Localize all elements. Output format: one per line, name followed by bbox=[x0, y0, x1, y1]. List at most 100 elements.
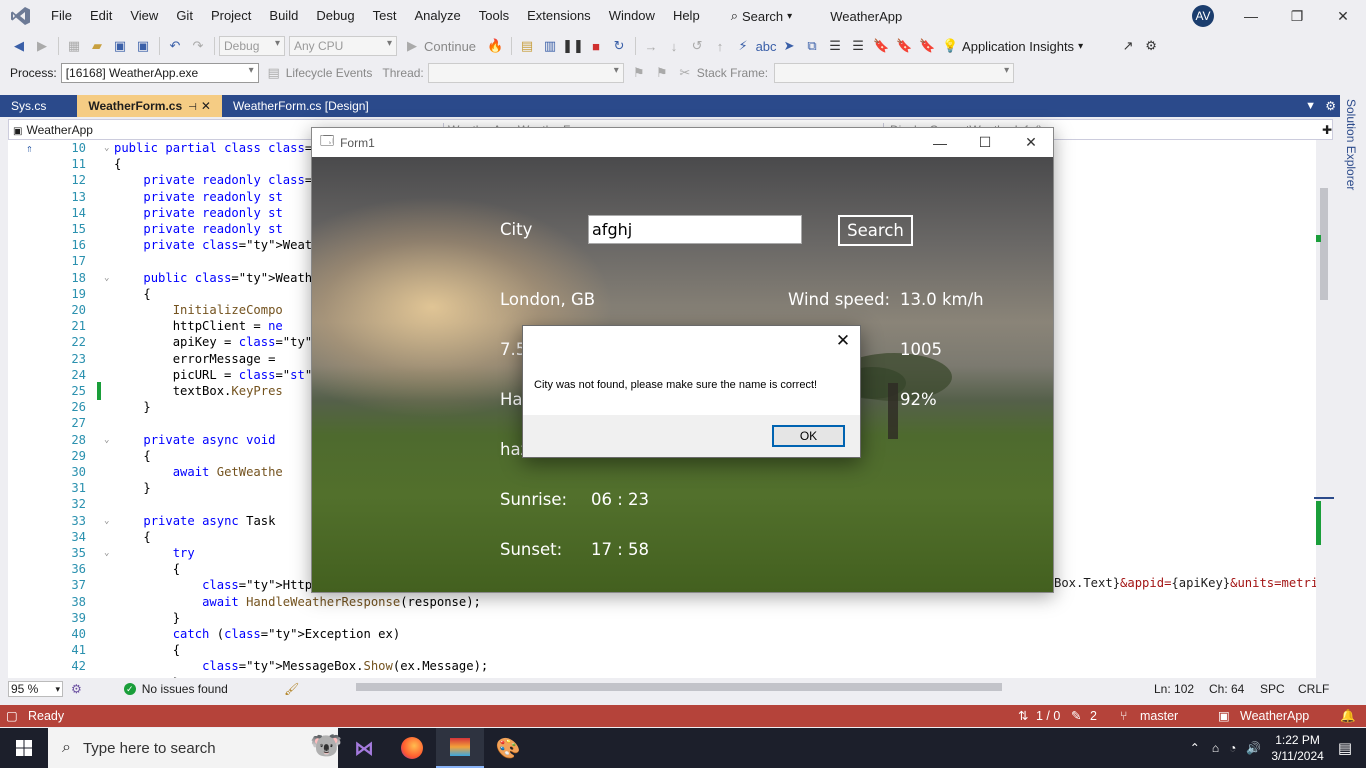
fold-toggle-icon[interactable]: ⌄ bbox=[104, 140, 109, 156]
bookmark-prev-icon[interactable]: 🔖 bbox=[893, 35, 915, 57]
flag-all-icon[interactable]: ⚑ bbox=[651, 62, 673, 84]
solution-explorer-tab[interactable]: Solution Explorer bbox=[1340, 95, 1366, 695]
indent-icon[interactable]: ☰ bbox=[824, 35, 846, 57]
notifications-icon[interactable]: ▤ bbox=[1338, 739, 1352, 757]
horizontal-scrollbar-thumb[interactable] bbox=[356, 683, 1002, 691]
solution-configuration-select[interactable]: Debug bbox=[219, 36, 285, 56]
restore-icon[interactable]: ❐ bbox=[1274, 0, 1320, 32]
code-line[interactable]: 41 { bbox=[8, 642, 1316, 658]
lifecycle-icon[interactable]: ▤ bbox=[263, 62, 285, 84]
play-icon[interactable]: ▶ bbox=[401, 35, 423, 57]
form1-titlebar[interactable]: 🗔 Form1 — ☐ ✕ bbox=[312, 128, 1053, 157]
search-button[interactable]: Search bbox=[838, 215, 913, 246]
outdent-icon[interactable]: ☰ bbox=[847, 35, 869, 57]
notification-bell-icon[interactable]: 🔔 bbox=[1340, 705, 1356, 727]
chevron-down-icon[interactable]: ▼ bbox=[1305, 95, 1316, 117]
pause-icon[interactable]: ❚❚ bbox=[562, 35, 584, 57]
tab-sys-cs[interactable]: Sys.cs bbox=[0, 95, 57, 117]
share-icon[interactable]: ↗ bbox=[1117, 35, 1139, 57]
menu-view[interactable]: View bbox=[121, 0, 167, 32]
menu-build[interactable]: Build bbox=[260, 0, 307, 32]
flag-icon[interactable]: ⚑ bbox=[628, 62, 650, 84]
maximize-icon[interactable]: ☐ bbox=[962, 128, 1008, 157]
volume-icon[interactable]: 🔊 bbox=[1246, 741, 1261, 755]
menu-extensions[interactable]: Extensions bbox=[518, 0, 600, 32]
restart-icon[interactable]: ↻ bbox=[608, 35, 630, 57]
spellcheck-icon[interactable]: abc bbox=[755, 35, 777, 57]
taskbar-search-input[interactable]: ⌕ Type here to search 🐨 bbox=[48, 728, 342, 768]
toolbox-icon[interactable]: ▤ bbox=[516, 35, 538, 57]
menu-tools[interactable]: Tools bbox=[470, 0, 518, 32]
menu-edit[interactable]: Edit bbox=[81, 0, 121, 32]
layout-icon[interactable]: ▥ bbox=[539, 35, 561, 57]
brush-icon[interactable]: 🖌 bbox=[284, 682, 299, 696]
wifi-icon[interactable]: ◔ bbox=[1229, 741, 1236, 755]
fold-toggle-icon[interactable]: ⌄ bbox=[104, 513, 109, 529]
bookmark-next-icon[interactable]: 🔖 bbox=[916, 35, 938, 57]
menu-window[interactable]: Window bbox=[600, 0, 664, 32]
pin-icon[interactable]: ⊣ bbox=[188, 102, 197, 113]
split-add-icon[interactable]: ✚ bbox=[1322, 123, 1332, 137]
step-into-icon[interactable]: ↓ bbox=[663, 35, 685, 57]
fold-toggle-icon[interactable]: ⌄ bbox=[104, 545, 109, 561]
code-line[interactable]: 42 class="ty">MessageBox.Show(ex.Message… bbox=[8, 658, 1316, 674]
repository-name[interactable]: WeatherApp bbox=[1240, 705, 1309, 727]
windows-start-icon[interactable] bbox=[0, 728, 48, 768]
menu-analyze[interactable]: Analyze bbox=[405, 0, 469, 32]
minimize-icon[interactable]: — bbox=[1228, 0, 1274, 32]
paint-taskbar-icon[interactable]: 🎨 bbox=[484, 728, 532, 768]
menu-test[interactable]: Test bbox=[364, 0, 406, 32]
vertical-scrollbar-thumb[interactable] bbox=[1320, 188, 1328, 300]
whitespace-mode[interactable]: SPC bbox=[1260, 680, 1285, 698]
lifecycle-events-button[interactable]: Lifecycle Events bbox=[286, 66, 373, 80]
close-icon[interactable]: ✕ bbox=[201, 99, 211, 113]
code-line[interactable]: 38 await HandleWeatherResponse(response)… bbox=[8, 594, 1316, 610]
city-input[interactable] bbox=[588, 215, 802, 244]
select-icon[interactable]: ➤ bbox=[778, 35, 800, 57]
health-icon[interactable]: ⚙ bbox=[71, 682, 82, 696]
commit-counts[interactable]: 1 / 0 bbox=[1036, 705, 1060, 727]
fold-toggle-icon[interactable]: ⌄ bbox=[104, 270, 109, 286]
network-icon[interactable]: ⌂ bbox=[1212, 741, 1219, 755]
undo-icon[interactable]: ↶ bbox=[164, 35, 186, 57]
menu-git[interactable]: Git bbox=[167, 0, 202, 32]
save-icon[interactable]: ▣ bbox=[109, 35, 131, 57]
split-icon[interactable]: ✂ bbox=[674, 62, 696, 84]
winforms-app-taskbar-icon[interactable] bbox=[436, 728, 484, 768]
save-all-icon[interactable]: ▣ bbox=[132, 35, 154, 57]
zoom-select[interactable]: 95 % bbox=[8, 681, 63, 697]
step-back-icon[interactable]: ↺ bbox=[686, 35, 708, 57]
global-search-button[interactable]: ⌕ Search ▾ bbox=[723, 3, 805, 29]
gear-icon[interactable]: ⚙ bbox=[1325, 95, 1336, 117]
visual-studio-taskbar-icon[interactable]: ⋈ bbox=[340, 728, 388, 768]
close-icon[interactable]: ✕ bbox=[832, 330, 854, 352]
avatar[interactable]: AV bbox=[1192, 5, 1214, 27]
open-folder-icon[interactable]: ▰ bbox=[86, 35, 108, 57]
fold-toggle-icon[interactable]: ⌄ bbox=[104, 432, 109, 448]
menu-project[interactable]: Project bbox=[202, 0, 260, 32]
bookmark-icon[interactable]: 🔖 bbox=[870, 35, 892, 57]
ok-button[interactable]: OK bbox=[772, 425, 845, 447]
back-icon[interactable]: ◀ bbox=[8, 35, 30, 57]
tab-weatherform-design[interactable]: WeatherForm.cs [Design] bbox=[222, 95, 380, 117]
tab-weatherform-cs[interactable]: WeatherForm.cs ⊣ ✕ bbox=[77, 95, 222, 117]
code-line[interactable]: 43 } bbox=[8, 675, 1316, 678]
minimize-icon[interactable]: — bbox=[917, 128, 963, 157]
output-icon[interactable]: ▢ bbox=[6, 705, 18, 727]
redo-icon[interactable]: ↷ bbox=[187, 35, 209, 57]
step-out-icon[interactable]: ↑ bbox=[709, 35, 731, 57]
menu-debug[interactable]: Debug bbox=[307, 0, 363, 32]
clock[interactable]: 1:22 PM 3/11/2024 bbox=[1271, 732, 1324, 764]
lightbulb-icon[interactable]: 💡 bbox=[939, 35, 961, 57]
branch-name[interactable]: master bbox=[1140, 705, 1178, 727]
hot-reload-icon[interactable]: 🔥 bbox=[484, 35, 506, 57]
close-icon[interactable]: ✕ bbox=[1320, 0, 1366, 32]
firefox-taskbar-icon[interactable] bbox=[388, 728, 436, 768]
menu-file[interactable]: File bbox=[42, 0, 81, 32]
step-over-icon[interactable]: → bbox=[640, 35, 662, 57]
issues-indicator[interactable]: ✓ No issues found bbox=[123, 682, 294, 696]
process-select[interactable]: [16168] WeatherApp.exe bbox=[60, 63, 259, 83]
thread-select[interactable] bbox=[427, 63, 624, 83]
new-item-icon[interactable]: ▦ bbox=[63, 35, 85, 57]
code-line[interactable]: 39 } bbox=[8, 610, 1316, 626]
